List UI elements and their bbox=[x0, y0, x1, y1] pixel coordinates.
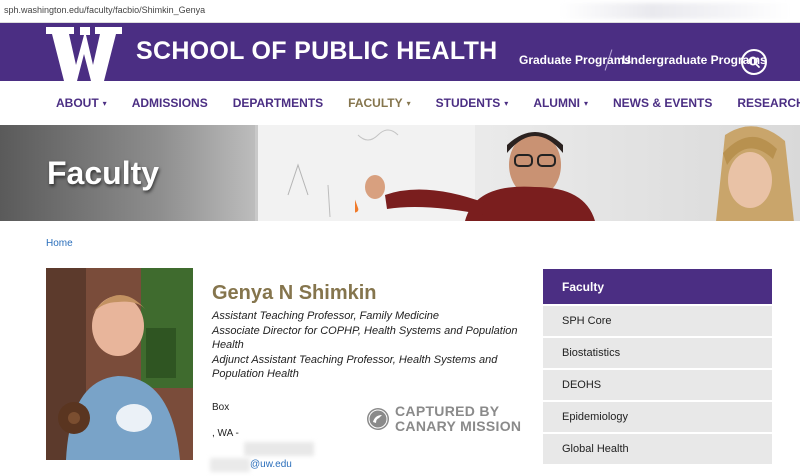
faculty-title: Associate Director for COPHP, Health Sys… bbox=[212, 324, 518, 352]
mailing-box: Box bbox=[212, 402, 230, 413]
graduate-programs-link[interactable]: Graduate Programs bbox=[519, 53, 631, 67]
blurred-browser-toolbar bbox=[560, 3, 790, 19]
sidebar-item-sph-core[interactable]: SPH Core bbox=[543, 306, 772, 336]
nav-label: STUDENTS bbox=[435, 96, 501, 110]
nav-label: ABOUT bbox=[56, 96, 99, 110]
chevron-down-icon: ▾ bbox=[406, 99, 411, 108]
site-header: SCHOOL OF PUBLIC HEALTH Graduate Program… bbox=[0, 23, 800, 81]
url-text: sph.washington.edu/faculty/facbio/Shimki… bbox=[4, 5, 206, 15]
sidebar-item-biostatistics[interactable]: Biostatistics bbox=[543, 338, 772, 368]
faculty-name: Genya N Shimkin bbox=[212, 282, 377, 304]
faculty-title: Adjunct Assistant Teaching Professor, He… bbox=[212, 353, 498, 381]
sidebar-heading-faculty[interactable]: Faculty bbox=[543, 269, 772, 304]
sidebar-item-global-health[interactable]: Global Health bbox=[543, 434, 772, 464]
breadcrumb-home-link[interactable]: Home bbox=[46, 238, 73, 249]
search-button[interactable] bbox=[741, 49, 767, 75]
chevron-down-icon: ▾ bbox=[504, 99, 509, 108]
chevron-down-icon: ▾ bbox=[583, 99, 588, 108]
nav-label: RESEARCH bbox=[737, 96, 800, 110]
redacted-text bbox=[210, 458, 250, 472]
hero-title: Faculty bbox=[47, 155, 160, 191]
faculty-title: Assistant Teaching Professor, Family Med… bbox=[212, 310, 440, 322]
nav-label: NEWS & EVENTS bbox=[613, 96, 713, 110]
nav-label: FACULTY bbox=[348, 96, 403, 110]
watermark-line: CANARY MISSION bbox=[395, 418, 522, 434]
sidebar-item-epidemiology[interactable]: Epidemiology bbox=[543, 402, 772, 432]
nav-item-about[interactable]: ABOUT ▾ bbox=[56, 96, 107, 110]
faculty-sidebar: Faculty SPH Core Biostatistics DEOHS Epi… bbox=[543, 269, 772, 464]
nav-label: DEPARTMENTS bbox=[232, 96, 324, 110]
sidebar-item-deohs[interactable]: DEOHS bbox=[543, 370, 772, 400]
nav-item-departments[interactable]: DEPARTMENTS bbox=[233, 96, 323, 110]
nav-label: ADMISSIONS bbox=[131, 96, 208, 110]
site-title[interactable]: SCHOOL OF PUBLIC HEALTH bbox=[136, 37, 498, 66]
nav-item-students[interactable]: STUDENTS ▾ bbox=[436, 96, 509, 110]
browser-address-bar[interactable]: sph.washington.edu/faculty/facbio/Shimki… bbox=[0, 0, 800, 23]
hero-banner: Faculty bbox=[0, 125, 800, 221]
nav-item-research[interactable]: RESEARCH bbox=[737, 96, 800, 110]
nav-label: ALUMNI bbox=[533, 96, 580, 110]
nav-item-faculty[interactable]: FACULTY ▾ bbox=[348, 96, 410, 110]
watermark-line: CAPTURED BY bbox=[395, 403, 500, 419]
nav-item-admissions[interactable]: ADMISSIONS bbox=[132, 96, 208, 110]
nav-item-news-events[interactable]: NEWS & EVENTS bbox=[613, 96, 712, 110]
redacted-text bbox=[244, 442, 314, 456]
search-icon bbox=[748, 56, 760, 68]
hero-photo-woman bbox=[716, 126, 794, 221]
canary-mission-logo-icon bbox=[367, 408, 389, 430]
chevron-down-icon: ▾ bbox=[102, 99, 107, 108]
hero-photo-man bbox=[355, 132, 595, 221]
nav-item-alumni[interactable]: ALUMNI ▾ bbox=[533, 96, 588, 110]
main-nav: ABOUT ▾ ADMISSIONS DEPARTMENTS FACULTY ▾ S… bbox=[0, 81, 800, 125]
uw-logo[interactable] bbox=[46, 27, 122, 81]
watermark-text: CAPTURED BY CANARY MISSION bbox=[395, 404, 521, 434]
faculty-photo bbox=[46, 268, 193, 460]
faculty-titles: Assistant Teaching Professor, Family Med… bbox=[212, 309, 532, 382]
email-link[interactable]: @uw.edu bbox=[250, 459, 292, 470]
city-state: , WA - bbox=[212, 428, 239, 439]
